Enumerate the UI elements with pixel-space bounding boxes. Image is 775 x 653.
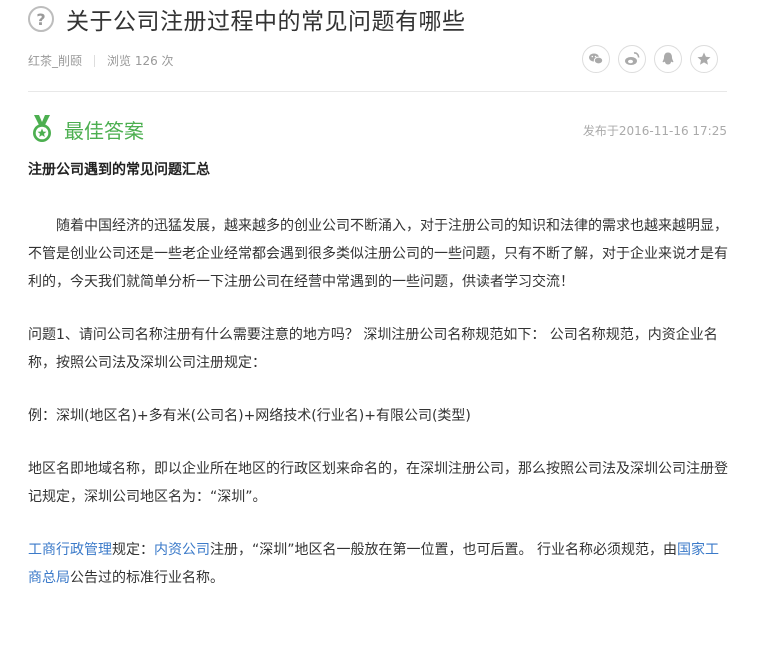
question-meta: 红茶_削颐 浏览 126 次 xyxy=(28,52,174,69)
favorite-icon xyxy=(697,52,711,65)
answer-paragraph-intro: 随着中国经济的迅猛发展，越来越多的创业公司不断涌入，对于注册公司的知识和法律的需… xyxy=(28,218,728,290)
weibo-icon xyxy=(625,52,640,65)
view-count: 浏览 126 次 xyxy=(107,54,174,68)
rules-text-3: 公告过的标准行业名称。 xyxy=(70,570,224,586)
qq-share-button[interactable] xyxy=(654,45,682,73)
qq-icon xyxy=(662,52,674,65)
share-bar xyxy=(574,45,718,73)
rules-text-1: 规定： xyxy=(112,542,154,558)
question-header: ? 关于公司注册过程中的常见问题有哪些 xyxy=(28,2,466,36)
meta-divider xyxy=(94,54,96,67)
header-divider xyxy=(28,91,727,92)
answer-paragraph-rules: 工商行政管理规定：内资公司注册，“深圳”地区名一般放在第一位置，也可后置。 行业… xyxy=(28,536,728,592)
medal-icon xyxy=(33,115,51,142)
weibo-share-button[interactable] xyxy=(618,45,646,73)
answer-paragraph-question1: 问题1、请问公司名称注册有什么需要注意的地方吗？ 深圳注册公司名称规范如下： 公… xyxy=(28,327,718,371)
best-answer-label: 最佳答案 xyxy=(64,118,144,143)
wechat-share-button[interactable] xyxy=(582,45,610,73)
answer-paragraph-region: 地区名即地域名称，即以企业所在地区的行政区划来命名的，在深圳注册公司，那么按照公… xyxy=(28,461,728,505)
question-mark-icon: ? xyxy=(28,6,54,32)
answer-content: 注册公司遇到的常见问题汇总 随着中国经济的迅猛发展，越来越多的创业公司不断涌入，… xyxy=(28,156,728,592)
link-industry-commerce-admin[interactable]: 工商行政管理 xyxy=(28,542,112,558)
wechat-icon xyxy=(589,53,604,65)
link-domestic-company[interactable]: 内资公司 xyxy=(154,542,210,558)
publish-time: 发布于2016-11-16 17:25 xyxy=(582,124,727,138)
answer-paragraph-example: 例：深圳(地区名)+多有米(公司名)+网络技术(行业名)+有限公司(类型) xyxy=(28,408,471,424)
favorite-button[interactable] xyxy=(690,45,718,73)
rules-text-2: 注册，“深圳”地区名一般放在第一位置，也可后置。 行业名称必须规范，由 xyxy=(210,542,677,558)
best-answer-header: 最佳答案 xyxy=(30,114,144,144)
answer-heading: 注册公司遇到的常见问题汇总 xyxy=(28,162,210,178)
question-title: 关于公司注册过程中的常见问题有哪些 xyxy=(66,9,466,35)
author-name[interactable]: 红茶_削颐 xyxy=(28,52,82,69)
